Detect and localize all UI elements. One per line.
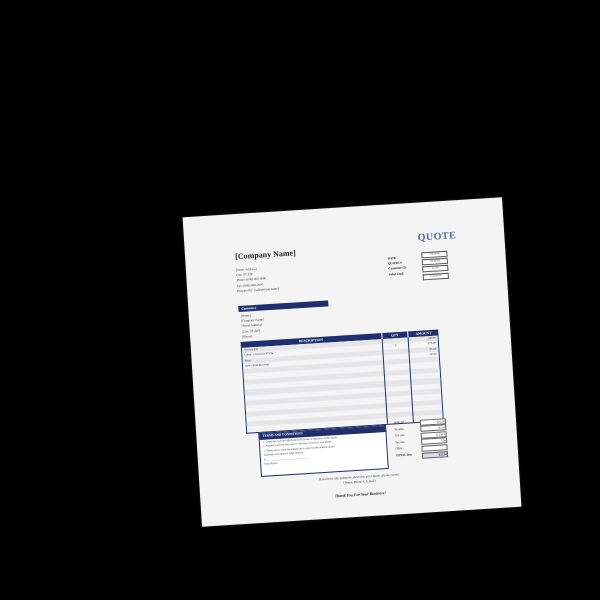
- total-label: TOTAL Due: [395, 452, 413, 458]
- quote-meta-values: 1/1/2016 [123456] [123] 1/31/2016: [421, 250, 449, 281]
- company-address: [Street Address] City, ST ZIP Phone: (00…: [236, 265, 279, 294]
- quote-document: [Company Name] QUOTE [Street Address] Ci…: [182, 197, 522, 527]
- terms-box: TERMS AND CONDITIONS 1. Customer will be…: [258, 424, 389, 477]
- quote-meta-labels: DATE QUOTE # Customer ID Valid Until: [387, 255, 406, 277]
- customer-line: [Phone]: [242, 334, 253, 339]
- total-value: 625.94: [421, 450, 449, 459]
- company-name: [Company Name]: [234, 248, 296, 262]
- customer-info: [Name] [Company Name] [Street Address] […: [241, 312, 266, 339]
- meta-label: Valid Until: [388, 271, 404, 277]
- customer-header: Customer: [238, 300, 329, 313]
- line-items-table: DESCRIPTION QTY AMOUNT Service Fee 200.00…: [240, 329, 444, 434]
- meta-value: 1/31/2016: [422, 272, 449, 280]
- totals-section: Subtotal 620.00 Taxable 95.00 Tax rate 6.250%…: [394, 417, 449, 460]
- document-title: QUOTE: [417, 230, 457, 244]
